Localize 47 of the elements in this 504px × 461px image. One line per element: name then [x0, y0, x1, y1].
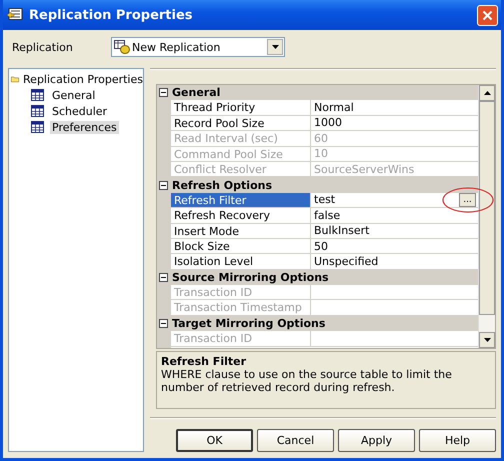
property-value[interactable]: 50	[314, 238, 478, 254]
description-text: WHERE clause to use on the source table to limit the number of retrieved record during refresh.	[161, 368, 453, 394]
property-value[interactable]: false	[314, 208, 478, 223]
property-name[interactable]: Refresh Filter	[171, 192, 311, 208]
property-value[interactable]: test	[314, 192, 459, 208]
property-value[interactable]: BulkInsert	[314, 223, 478, 238]
category-label: General	[172, 85, 220, 100]
collapse-icon[interactable]	[159, 272, 168, 282]
dialog-button[interactable]: Help	[419, 429, 496, 452]
tree-item[interactable]: Scheduler	[50, 104, 110, 118]
window-title: Replication Properties	[29, 8, 194, 22]
property-value[interactable]: Unspecified	[314, 254, 478, 269]
collapse-icon[interactable]	[159, 319, 168, 328]
dialog-button[interactable]: Cancel	[257, 429, 334, 452]
replication-label: Replication	[11, 40, 74, 54]
tree-item[interactable]: Preferences	[50, 120, 119, 134]
property-name[interactable]: Block Size	[171, 238, 311, 254]
property-value[interactable]: Normal	[314, 100, 478, 116]
dialog-button[interactable]: Apply	[338, 429, 415, 452]
tree-item[interactable]: General	[50, 88, 98, 102]
scroll-down-icon	[484, 338, 490, 342]
property-name[interactable]: Refresh Recovery	[171, 208, 311, 224]
tree-item[interactable]: Replication Properties	[23, 72, 143, 86]
scrollbar[interactable]	[478, 85, 495, 348]
property-name[interactable]: Insert Mode	[171, 224, 311, 239]
close-icon	[482, 10, 493, 20]
category-label: Refresh Options	[172, 178, 272, 193]
property-name[interactable]: Thread Priority	[171, 100, 311, 116]
collapse-icon[interactable]	[159, 180, 168, 190]
property-value[interactable]: 1000	[314, 115, 478, 130]
description-title: Refresh Filter	[161, 355, 248, 368]
category-label: Source Mirroring Options	[172, 270, 329, 285]
category-label: Target Mirroring Options	[172, 316, 326, 332]
window-icon	[7, 8, 23, 22]
table-icon	[31, 89, 44, 101]
table-icon	[31, 105, 44, 117]
highlight-ellipse	[442, 186, 494, 213]
caret-icon	[272, 45, 278, 49]
scroll-up-icon	[484, 91, 490, 95]
replication-icon	[114, 40, 130, 54]
browse-button[interactable]: ...	[459, 192, 476, 207]
table-icon	[31, 121, 44, 133]
close-button[interactable]	[477, 4, 498, 26]
dialog-button[interactable]: OK	[176, 429, 253, 452]
collapse-icon[interactable]	[159, 88, 168, 98]
replication-dropdown[interactable]: New Replication	[111, 37, 285, 57]
property-name[interactable]: Record Pool Size	[171, 116, 311, 132]
